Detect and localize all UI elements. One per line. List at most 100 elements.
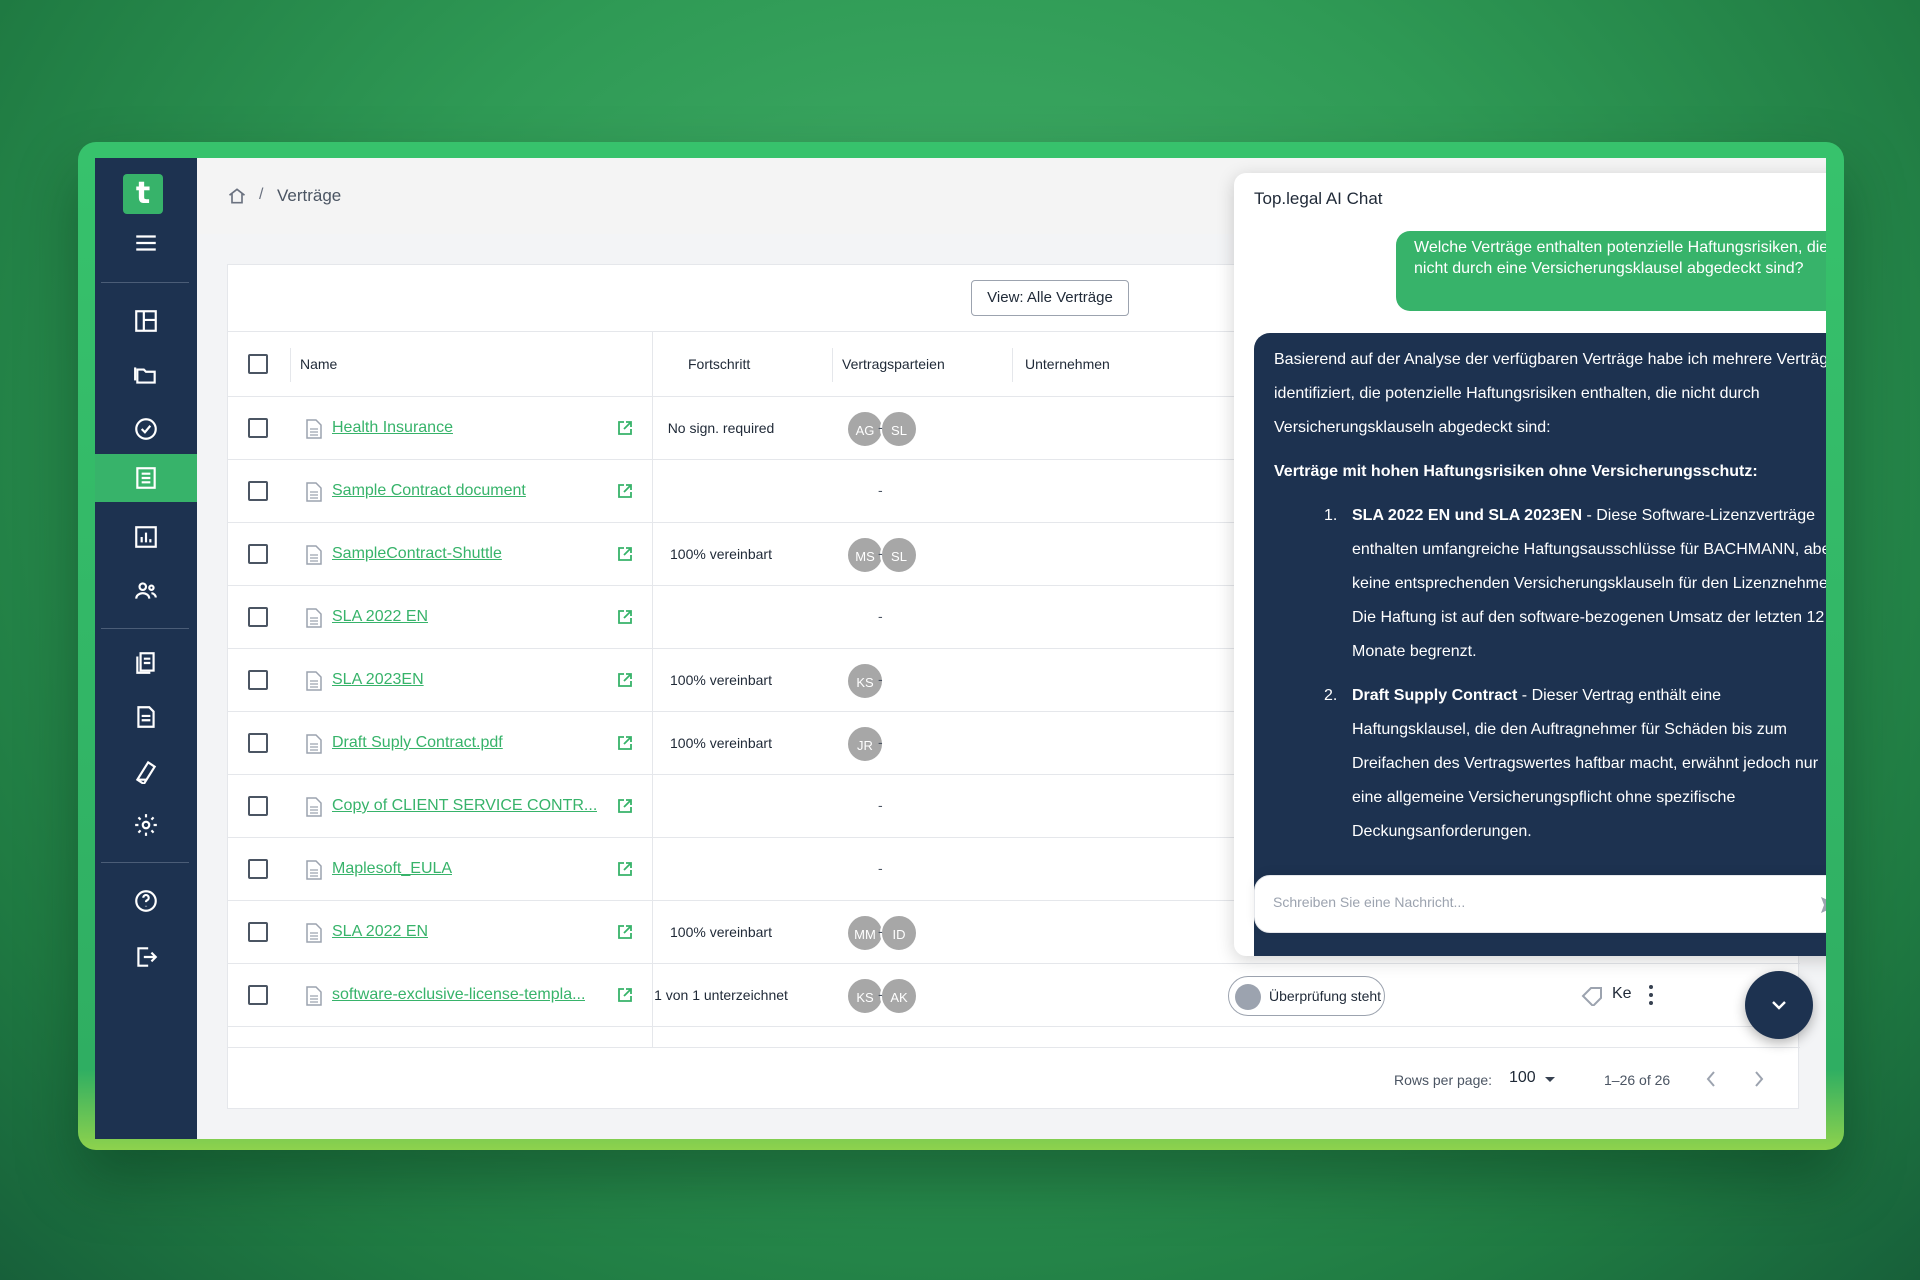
contract-link[interactable]: Health Insurance <box>332 419 453 437</box>
chat-title: Top.legal AI Chat <box>1254 189 1383 208</box>
row-checkbox[interactable] <box>248 544 268 564</box>
sidebar: t <box>95 158 197 1139</box>
contract-link[interactable]: Draft Suply Contract.pdf <box>332 734 503 752</box>
pagination-range: 1–26 of 26 <box>1604 1072 1671 1088</box>
external-link-icon[interactable] <box>617 609 633 625</box>
company-value: - <box>878 860 883 876</box>
send-icon[interactable] <box>1820 896 1826 914</box>
select-all-checkbox[interactable] <box>248 354 268 374</box>
next-page-icon[interactable] <box>1753 1070 1765 1088</box>
message-input-box <box>1254 875 1826 933</box>
view-select-button[interactable]: View: Alle Verträge <box>971 280 1129 316</box>
app-logo[interactable]: t <box>123 174 163 214</box>
column-header-name[interactable]: Name <box>300 356 337 372</box>
list-item-text: - Diese Software-Lizenzverträge enthalte… <box>1352 507 1826 660</box>
ai-list-item: 2. Draft Supply Contract - Dieser Vertrag… <box>1274 679 1826 849</box>
file-icon <box>306 986 322 1006</box>
file-icon <box>306 860 322 880</box>
row-checkbox[interactable] <box>248 796 268 816</box>
company-value: - <box>878 545 883 561</box>
party-avatar[interactable]: ID <box>880 914 918 952</box>
external-link-icon[interactable] <box>617 924 633 940</box>
company-value: - <box>878 923 883 939</box>
column-header-parties[interactable]: Vertragsparteien <box>842 356 945 372</box>
party-avatar[interactable]: SL <box>880 410 918 448</box>
company-value: - <box>878 671 883 687</box>
previous-page-icon[interactable] <box>1705 1070 1717 1088</box>
external-link-icon[interactable] <box>617 483 633 499</box>
contract-link[interactable]: Copy of CLIENT SERVICE CONTR... <box>332 797 597 815</box>
external-link-icon[interactable] <box>617 420 633 436</box>
tasks-check-icon[interactable] <box>95 406 197 452</box>
external-link-icon[interactable] <box>617 987 633 1003</box>
contracts-icon[interactable] <box>95 454 197 502</box>
contract-link[interactable]: SLA 2022 EN <box>332 923 428 941</box>
column-divider <box>832 348 833 382</box>
progress-text: 1 von 1 unterzeichnet <box>654 987 788 1003</box>
row-checkbox[interactable] <box>248 733 268 753</box>
app-window: t / Verträge View: Alle Verträge Name Fo… <box>95 158 1826 1139</box>
templates-icon[interactable] <box>95 640 197 686</box>
table-row[interactable]: software-exclusive-license-templa... 1 vo… <box>228 964 1800 1027</box>
row-checkbox[interactable] <box>248 985 268 1005</box>
main-content: / Verträge View: Alle Verträge Name Fort… <box>197 158 1826 1139</box>
users-icon[interactable] <box>95 568 197 614</box>
logout-icon[interactable] <box>95 934 197 980</box>
ai-list-item: 1. SLA 2022 EN und SLA 2023EN - Diese Sof… <box>1274 499 1826 669</box>
dashboard-icon[interactable] <box>95 298 197 344</box>
party-avatar[interactable]: AK <box>880 977 918 1015</box>
file-icon <box>306 923 322 943</box>
external-link-icon[interactable] <box>617 546 633 562</box>
help-icon[interactable] <box>95 878 197 924</box>
clause-library-icon[interactable] <box>95 748 197 794</box>
settings-gear-icon[interactable] <box>95 802 197 848</box>
user-message: Welche Verträge enthalten potenzielle Ha… <box>1396 231 1826 311</box>
list-number: 1. <box>1324 507 1338 524</box>
file-icon <box>306 419 322 439</box>
pagination-bar: Rows per page: 100 1–26 of 26 <box>228 1047 1800 1109</box>
row-checkbox[interactable] <box>248 859 268 879</box>
tag-icon[interactable] <box>1581 986 1603 1006</box>
column-header-progress[interactable]: Fortschritt <box>688 356 750 372</box>
rows-per-page-select[interactable]: 100 <box>1509 1069 1536 1087</box>
contract-link[interactable]: SampleContract-Shuttle <box>332 545 502 563</box>
external-link-icon[interactable] <box>617 861 633 877</box>
ai-list: 1. SLA 2022 EN und SLA 2023EN - Diese Sof… <box>1274 499 1826 849</box>
row-checkbox[interactable] <box>248 481 268 501</box>
contract-link[interactable]: Maplesoft_EULA <box>332 860 452 878</box>
ai-message: Basierend auf der Analyse der verfügbare… <box>1254 333 1826 956</box>
party-avatar[interactable]: SL <box>880 536 918 574</box>
row-checkbox[interactable] <box>248 418 268 438</box>
company-value: - <box>878 986 883 1002</box>
folders-icon[interactable] <box>95 352 197 398</box>
column-header-company[interactable]: Unternehmen <box>1025 356 1110 372</box>
list-item-title: Draft Supply Contract <box>1352 687 1518 704</box>
file-icon <box>306 797 322 817</box>
external-link-icon[interactable] <box>617 672 633 688</box>
contract-link[interactable]: SLA 2023EN <box>332 671 424 689</box>
message-input[interactable] <box>1273 894 1793 910</box>
sidebar-divider <box>101 862 189 863</box>
home-icon[interactable] <box>227 186 247 206</box>
menu-icon[interactable] <box>95 220 197 266</box>
external-link-icon[interactable] <box>617 735 633 751</box>
progress-text: No sign. required <box>667 420 775 436</box>
sidebar-divider <box>101 282 189 283</box>
row-checkbox[interactable] <box>248 670 268 690</box>
row-checkbox[interactable] <box>248 607 268 627</box>
chat-toggle-button[interactable] <box>1745 971 1813 1039</box>
row-checkbox[interactable] <box>248 922 268 942</box>
contract-link[interactable]: Sample Contract document <box>332 482 526 500</box>
progress-text: 100% vereinbart <box>670 735 772 751</box>
more-options-icon[interactable] <box>1648 982 1654 1008</box>
external-link-icon[interactable] <box>617 798 633 814</box>
contract-link[interactable]: software-exclusive-license-templa... <box>332 986 585 1004</box>
contract-link[interactable]: SLA 2022 EN <box>332 608 428 626</box>
dropdown-caret-icon[interactable] <box>1544 1076 1556 1084</box>
ai-intro: Basierend auf der Analyse der verfügbare… <box>1274 351 1826 436</box>
document-icon[interactable] <box>95 694 197 740</box>
status-badge[interactable]: Überprüfung steht <box>1228 976 1385 1016</box>
analytics-icon[interactable] <box>95 514 197 560</box>
company-value: - <box>878 608 883 624</box>
progress-text: 100% vereinbart <box>670 924 772 940</box>
